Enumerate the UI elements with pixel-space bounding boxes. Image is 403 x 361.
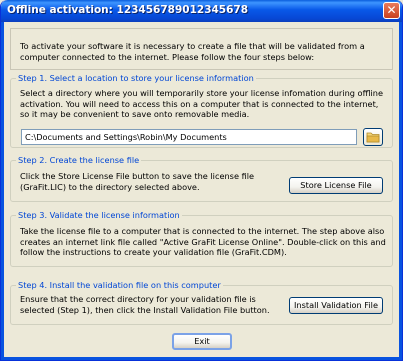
title-bar[interactable]: Offline activation: 123456789012345678 ✕ [1, 0, 402, 22]
step1-group: Step 1. Select a location to store your … [10, 73, 393, 148]
step3-title: Step 3. Validate the license information [16, 210, 182, 220]
offline-activation-dialog: Offline activation: 123456789012345678 ✕… [0, 0, 403, 361]
browse-folder-button[interactable] [363, 128, 383, 146]
step4-title: Step 4. Install the validation file on t… [16, 280, 223, 290]
step3-group: Step 3. Validate the license information… [10, 210, 393, 267]
step4-group: Step 4. Install the validation file on t… [10, 280, 393, 325]
store-license-file-button[interactable]: Store License File [289, 177, 383, 194]
step2-group: Step 2. Create the license file Click th… [10, 155, 393, 202]
close-button[interactable]: ✕ [383, 2, 400, 19]
license-directory-field[interactable]: C:\Documents and Settings\Robin\My Docum… [21, 129, 357, 145]
step1-text: Select a directory where you will tempor… [20, 88, 383, 119]
window-frame-right [399, 22, 402, 360]
intro-panel: To activate your software it is necessar… [10, 28, 393, 70]
step3-text: Take the license file to a computer that… [20, 226, 386, 257]
window-title: Offline activation: 123456789012345678 [7, 4, 249, 16]
folder-icon [366, 132, 380, 143]
install-validation-file-button[interactable]: Install Validation File [289, 297, 383, 314]
intro-text: To activate your software it is necessar… [20, 41, 365, 62]
window-frame-left [1, 22, 4, 360]
step1-title: Step 1. Select a location to store your … [16, 73, 256, 83]
step4-text: Ensure that the correct directory for yo… [20, 294, 270, 315]
window-frame-bottom [1, 357, 402, 360]
step2-title: Step 2. Create the license file [16, 155, 142, 165]
step2-text: Click the Store License File button to s… [20, 171, 255, 192]
close-icon: ✕ [386, 3, 397, 17]
license-directory-value: C:\Documents and Settings\Robin\My Docum… [25, 132, 227, 142]
exit-button[interactable]: Exit [172, 333, 232, 350]
